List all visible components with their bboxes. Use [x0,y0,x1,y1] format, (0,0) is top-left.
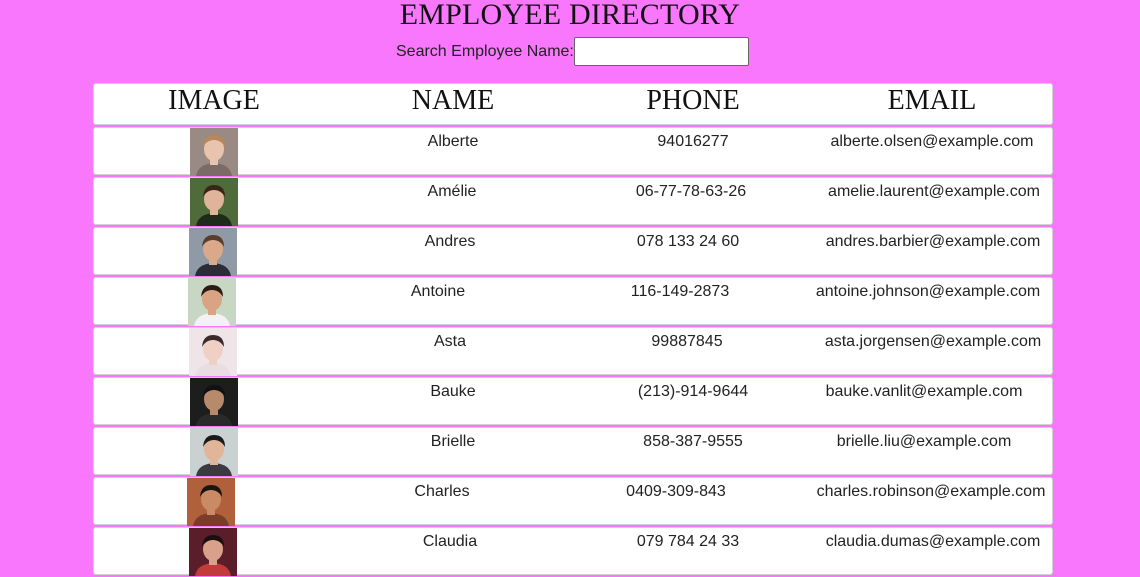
table-row: Brielle 858-387-9555 brielle.liu@example.c… [93,427,1053,476]
employee-name: Alberte [427,133,479,150]
employee-email: antoine.johnson@example.com [815,283,1041,300]
table-row: Charles 0409-309-843 charles.robinson@exam… [93,477,1053,526]
table-row: Alberte 94016277 alberte.olsen@example.com [93,127,1053,176]
header-email[interactable]: EMAIL [888,86,977,116]
search-label: Search Employee Name: [396,43,574,60]
employee-phone: (213)-914-9644 [637,383,749,400]
employee-name: Andres [424,233,476,250]
employee-name: Amélie [427,183,477,200]
employee-phone: 94016277 [657,133,729,150]
employee-photo [187,478,235,526]
employee-photo [190,428,238,476]
employee-email: alberte.olsen@example.com [830,133,1034,150]
table-row: Amélie 06-77-78-63-26 amelie.laurent@examp… [93,177,1053,226]
employee-table: IMAGE NAME PHONE EMAIL Alberte 94016277 al… [93,83,1053,577]
employee-photo [190,178,238,226]
employee-phone: 99887845 [651,333,723,350]
employee-name: Claudia [422,533,478,550]
table-header-row: IMAGE NAME PHONE EMAIL [93,83,1053,125]
employee-name: Asta [433,333,467,350]
header-name[interactable]: NAME [412,86,494,116]
search-input[interactable] [573,37,749,66]
search-row: Search Employee Name: [396,37,749,66]
employee-name: Brielle [430,433,476,450]
employee-name: Charles [414,483,470,500]
employee-email: andres.barbier@example.com [825,233,1041,250]
employee-email: charles.robinson@example.com [816,483,1046,500]
employee-photo [189,328,237,376]
table-row: Antoine 116-149-2873 antoine.johnson@examp… [93,277,1053,326]
employee-email: claudia.dumas@example.com [825,533,1041,550]
employee-phone: 078 133 24 60 [636,233,740,250]
employee-photo [189,228,237,276]
employee-phone: 079 784 24 33 [636,533,740,550]
employee-phone: 116-149-2873 [630,283,730,300]
table-row: Andres 078 133 24 60 andres.barbier@exampl… [93,227,1053,276]
employee-photo [188,278,236,326]
employee-name: Bauke [430,383,476,400]
employee-photo [190,378,238,426]
employee-phone: 858-387-9555 [643,433,743,450]
header-image[interactable]: IMAGE [168,86,260,116]
employee-phone: 0409-309-843 [626,483,726,500]
table-row: Bauke (213)-914-9644 bauke.vanlit@example.… [93,377,1053,426]
employee-phone: 06-77-78-63-26 [635,183,747,200]
employee-email: asta.jorgensen@example.com [824,333,1042,350]
table-row: Claudia 079 784 24 33 claudia.dumas@exampl… [93,527,1053,576]
employee-photo [190,128,238,176]
employee-photo [189,528,237,576]
employee-email: bauke.vanlit@example.com [825,383,1023,400]
employee-name: Antoine [410,283,466,300]
employee-email: brielle.liu@example.com [836,433,1012,450]
table-row: Asta 99887845 asta.jorgensen@example.com [93,327,1053,376]
employee-email: amelie.laurent@example.com [828,183,1040,200]
header-phone[interactable]: PHONE [646,86,739,116]
page-title: EMPLOYEE DIRECTORY [399,0,741,31]
